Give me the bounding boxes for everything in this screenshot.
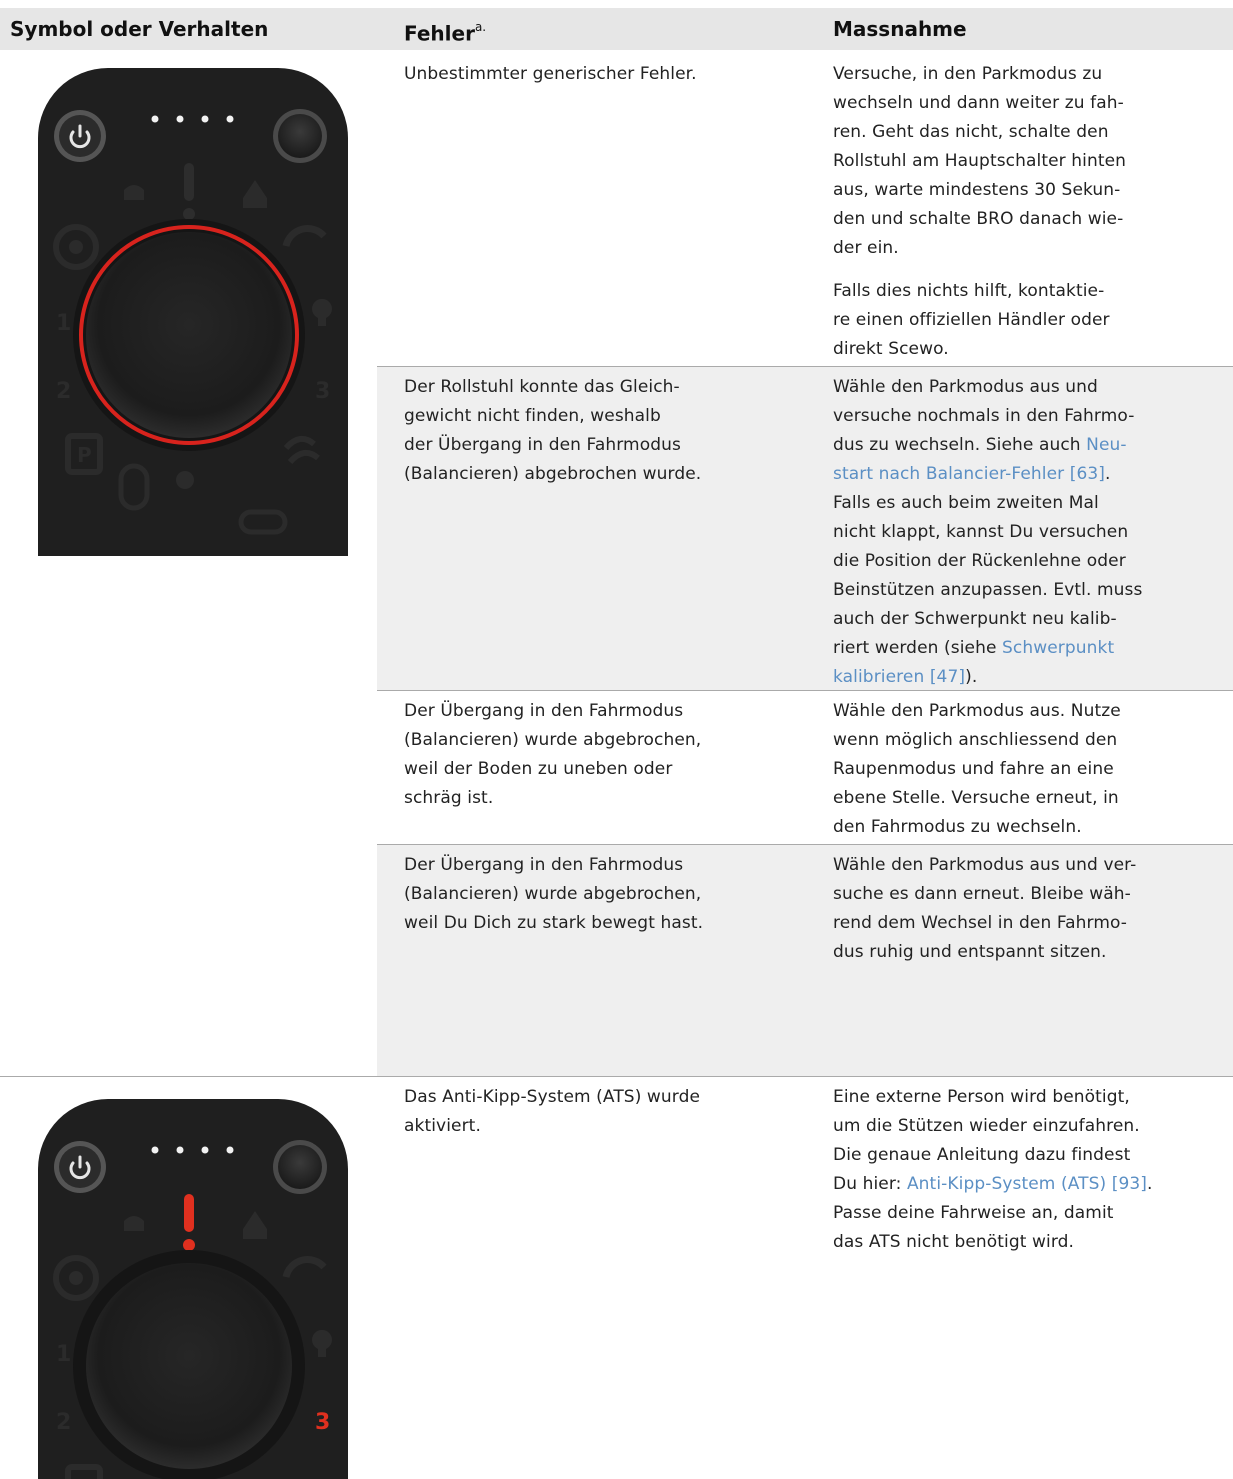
- svg-text:P: P: [77, 443, 92, 467]
- header-fehler: Fehlera.: [404, 20, 487, 46]
- table-header: Symbol oder Verhalten Fehlera. Massnahme: [0, 8, 1233, 50]
- status-dot: [226, 1146, 234, 1154]
- table-row-1-massnahme: Versuche, in den Parkmodus zu wechseln u…: [833, 64, 1127, 258]
- header-massnahme: Massnahme: [833, 17, 967, 41]
- status-dot: [201, 115, 209, 123]
- joystick-knob: [86, 1263, 292, 1469]
- warning-icon: [184, 163, 194, 201]
- joystick-knob: [86, 232, 292, 438]
- row-divider: [377, 844, 1233, 845]
- link-neustart[interactable]: start nach Balancier-Fehler [63]: [833, 464, 1105, 484]
- status-dot: [226, 115, 234, 123]
- warning-icon: [183, 208, 195, 220]
- status-dot: [176, 1146, 184, 1154]
- tire-icon: [69, 240, 83, 254]
- warning-icon: [183, 1239, 195, 1251]
- horn-icon: [176, 471, 194, 489]
- table-row-1-fehler: Unbestimmter generischer Fehler.: [404, 64, 697, 84]
- link-schwerpunkt[interactable]: kalibrieren [47]: [833, 667, 965, 687]
- speed-level-2: 2: [56, 1410, 71, 1435]
- table-row-4-massnahme: Wähle den Parkmodus aus und ver- suche e…: [833, 855, 1137, 962]
- speed-level-3-active: 3: [315, 1410, 330, 1435]
- table-row-4-fehler: Der Übergang in den Fahrmodus (Balancier…: [404, 855, 704, 933]
- table-row-5-massnahme: Eine externe Person wird benötigt, um di…: [833, 1087, 1153, 1252]
- speed-level-2: 2: [56, 379, 71, 404]
- document-page: Symbol oder Verhalten Fehlera. Massnahme…: [0, 0, 1233, 1479]
- status-dot: [151, 1146, 159, 1154]
- speed-level-1: 1: [56, 1342, 71, 1367]
- status-dot: [176, 115, 184, 123]
- table-row-2-fehler: Der Rollstuhl konnte das Gleich- gewicht…: [404, 377, 702, 484]
- secondary-button: [278, 1145, 322, 1189]
- row-divider: [377, 366, 1233, 367]
- link-anti-kipp-system[interactable]: Anti-Kipp-System (ATS) [93]: [907, 1174, 1147, 1194]
- table-row-2-massnahme: Wähle den Parkmodus aus und versuche noc…: [833, 377, 1143, 687]
- link-schwerpunkt[interactable]: Schwerpunkt: [1002, 638, 1114, 658]
- table-row-1-massnahme-note: Falls dies nichts hilft, kontaktie- re e…: [833, 281, 1110, 359]
- footnote-marker: a.: [474, 20, 487, 34]
- speed-level-3: 3: [315, 379, 330, 404]
- warning-icon: [184, 1194, 194, 1232]
- status-dot: [201, 1146, 209, 1154]
- link-neustart[interactable]: Neu-: [1086, 435, 1127, 455]
- secondary-button: [278, 114, 322, 158]
- row-divider: [0, 1076, 1233, 1077]
- status-dot: [151, 115, 159, 123]
- controller-image-ats-active: 1 2 3: [38, 1099, 348, 1479]
- table-row-3-fehler: Der Übergang in den Fahrmodus (Balancier…: [404, 701, 702, 808]
- table-row-3-massnahme: Wähle den Parkmodus aus. Nutze wenn mögl…: [833, 701, 1121, 837]
- speed-level-1: 1: [56, 311, 71, 336]
- controller-image-generic-error: 1 2 3 P: [38, 68, 348, 556]
- header-symbol: Symbol oder Verhalten: [10, 17, 269, 41]
- tire-icon: [69, 1271, 83, 1285]
- table-row-5-fehler: Das Anti-Kipp-System (ATS) wurde aktivie…: [404, 1087, 701, 1136]
